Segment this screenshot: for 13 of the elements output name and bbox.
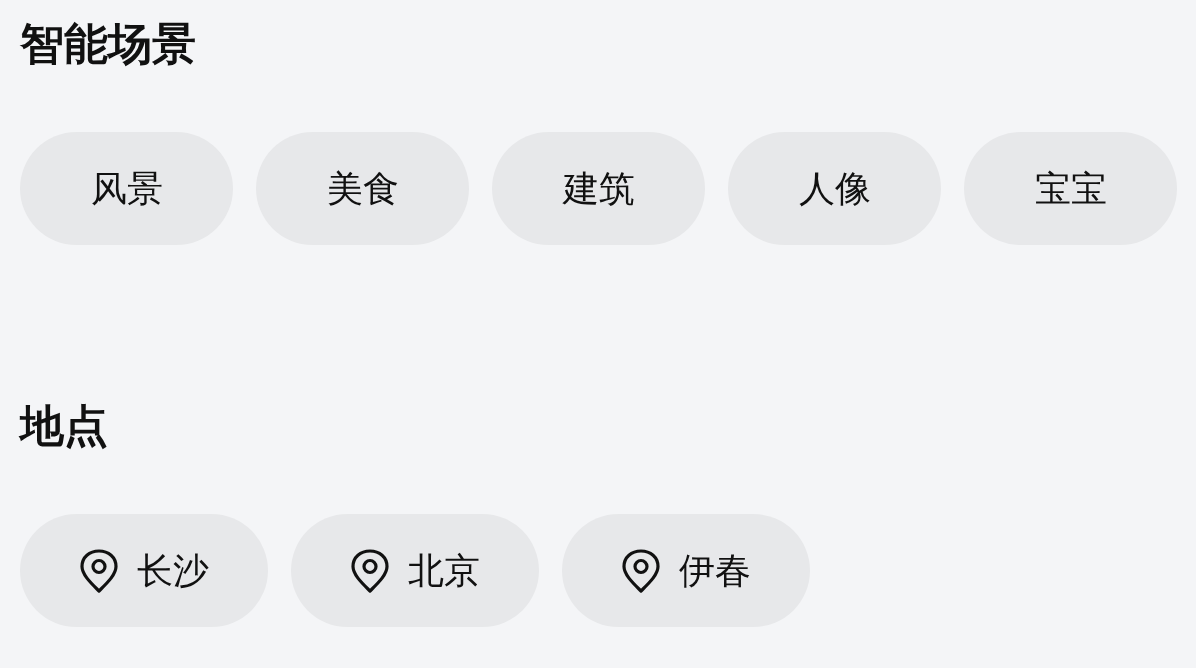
location-chip[interactable]: 伊春	[562, 514, 810, 627]
map-pin-icon	[621, 548, 660, 593]
section-heading: 智能场景	[20, 20, 196, 68]
location-chip[interactable]: 北京	[291, 514, 539, 627]
map-pin-icon	[350, 548, 389, 593]
scene-chip[interactable]: 宝宝	[964, 132, 1177, 245]
scene-chip[interactable]: 美食	[256, 132, 469, 245]
map-pin-icon	[79, 548, 118, 593]
scene-chip[interactable]: 风景	[20, 132, 233, 245]
scene-chip[interactable]: 建筑	[492, 132, 705, 245]
section-heading: 地点	[20, 402, 108, 450]
location-chip[interactable]: 长沙	[20, 514, 268, 627]
scene-chip[interactable]: 人像	[728, 132, 941, 245]
